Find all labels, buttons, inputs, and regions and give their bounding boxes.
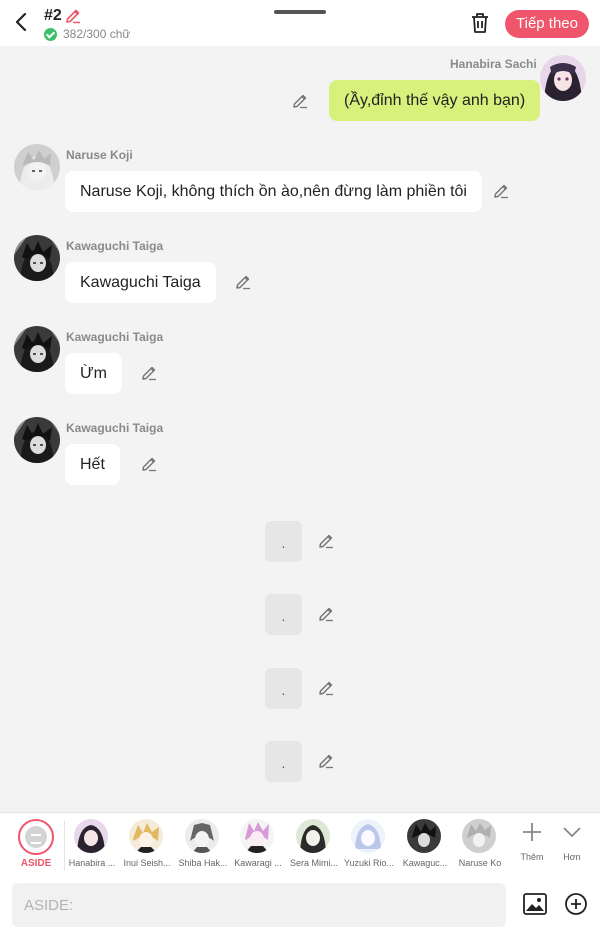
aside-message-bubble[interactable]: . bbox=[265, 668, 302, 709]
edit-title-icon[interactable] bbox=[64, 7, 82, 25]
add-label: Thêm bbox=[520, 852, 544, 862]
episode-title: #2 bbox=[44, 7, 62, 24]
character-avatar bbox=[296, 819, 330, 853]
character-inui[interactable]: Inui Seish... bbox=[119, 813, 175, 877]
top-bar: #2 382/300 chữ Tiếp theo bbox=[0, 0, 600, 46]
message-bubble[interactable]: (Ầy,đỉnh thế vậy anh bạn) bbox=[329, 80, 541, 121]
sender-name: Kawaguchi Taiga bbox=[66, 239, 164, 253]
drag-handle[interactable] bbox=[274, 10, 326, 14]
edit-pencil-icon[interactable] bbox=[492, 182, 510, 200]
character-name: Kawaguc... bbox=[402, 858, 448, 868]
character-avatar bbox=[129, 819, 163, 853]
plus-icon bbox=[523, 823, 541, 841]
aside-message-bubble[interactable]: . bbox=[265, 521, 302, 562]
edit-pencil-icon[interactable] bbox=[317, 605, 335, 623]
character-avatar bbox=[462, 819, 496, 853]
more-label: Hơn bbox=[563, 852, 581, 862]
composer bbox=[0, 876, 600, 934]
character-hanabira[interactable]: Hanabira ... bbox=[64, 813, 120, 877]
avatar-kawaguchi-taiga[interactable] bbox=[14, 326, 60, 372]
avatar-kawaguchi-taiga[interactable] bbox=[14, 235, 60, 281]
character-naruse[interactable]: Naruse Ko bbox=[452, 813, 508, 877]
character-name: Sera Mimi... bbox=[289, 858, 338, 868]
next-button[interactable]: Tiếp theo bbox=[505, 10, 589, 38]
word-count-row: 382/300 chữ bbox=[44, 27, 130, 41]
character-name: Naruse Ko bbox=[458, 858, 502, 868]
character-name: Inui Seish... bbox=[123, 858, 171, 868]
aside-label: ASIDE bbox=[20, 858, 52, 869]
trash-icon[interactable] bbox=[469, 11, 491, 35]
avatar-naruse-koji[interactable] bbox=[14, 144, 60, 190]
word-count: 382/300 chữ bbox=[63, 27, 131, 41]
character-kawaguchi[interactable]: Kawaguc... bbox=[397, 813, 453, 877]
message-bubble[interactable]: Kawaguchi Taiga bbox=[65, 262, 216, 303]
add-character-button[interactable]: Thêm bbox=[512, 813, 552, 877]
character-name: Hanabira ... bbox=[68, 858, 116, 868]
character-avatar bbox=[351, 819, 385, 853]
character-avatar bbox=[240, 819, 274, 853]
message-input[interactable] bbox=[12, 883, 506, 927]
check-icon bbox=[44, 27, 57, 41]
aside-message-bubble[interactable]: . bbox=[265, 594, 302, 635]
character-shiba[interactable]: Shiba Hak... bbox=[175, 813, 231, 877]
aside-icon bbox=[25, 826, 47, 848]
character-kawaragi[interactable]: Kawaragi ... bbox=[230, 813, 286, 877]
sender-name: Hanabira Sachi bbox=[450, 57, 537, 71]
character-sera[interactable]: Sera Mimi... bbox=[286, 813, 342, 877]
edit-pencil-icon[interactable] bbox=[317, 679, 335, 697]
add-circle-icon[interactable] bbox=[564, 892, 588, 916]
edit-pencil-icon[interactable] bbox=[291, 92, 309, 110]
aside-character[interactable] bbox=[18, 819, 54, 855]
character-bar: ASIDE Hanabira ... Inui Seish... Shiba H… bbox=[0, 812, 600, 876]
chevron-down-icon bbox=[563, 827, 581, 838]
character-name: Yuzuki Rio... bbox=[343, 858, 395, 868]
edit-pencil-icon[interactable] bbox=[140, 364, 158, 382]
avatar-kawaguchi-taiga[interactable] bbox=[14, 417, 60, 463]
edit-pencil-icon[interactable] bbox=[140, 455, 158, 473]
aside-message-bubble[interactable]: . bbox=[265, 741, 302, 782]
edit-pencil-icon[interactable] bbox=[234, 273, 252, 291]
image-icon[interactable] bbox=[522, 892, 548, 916]
message-bubble[interactable]: Ừm bbox=[65, 353, 122, 394]
message-bubble[interactable]: Hết bbox=[65, 444, 120, 485]
more-button[interactable]: Hơn bbox=[552, 813, 592, 877]
character-name: Shiba Hak... bbox=[178, 858, 228, 868]
sender-name: Kawaguchi Taiga bbox=[66, 421, 164, 435]
character-avatar bbox=[74, 819, 108, 853]
avatar-hanabira-sachi[interactable] bbox=[540, 55, 586, 101]
back-arrow-icon[interactable] bbox=[10, 10, 34, 34]
character-avatar bbox=[185, 819, 219, 853]
character-name: Kawaragi ... bbox=[234, 858, 282, 868]
sender-name: Kawaguchi Taiga bbox=[66, 330, 164, 344]
edit-pencil-icon[interactable] bbox=[317, 532, 335, 550]
message-bubble[interactable]: Naruse Koji, không thích ồn ào,nên đừng … bbox=[65, 171, 482, 212]
sender-name: Naruse Koji bbox=[66, 148, 133, 162]
character-avatar bbox=[407, 819, 441, 853]
edit-pencil-icon[interactable] bbox=[317, 752, 335, 770]
character-yuzuki[interactable]: Yuzuki Rio... bbox=[341, 813, 397, 877]
